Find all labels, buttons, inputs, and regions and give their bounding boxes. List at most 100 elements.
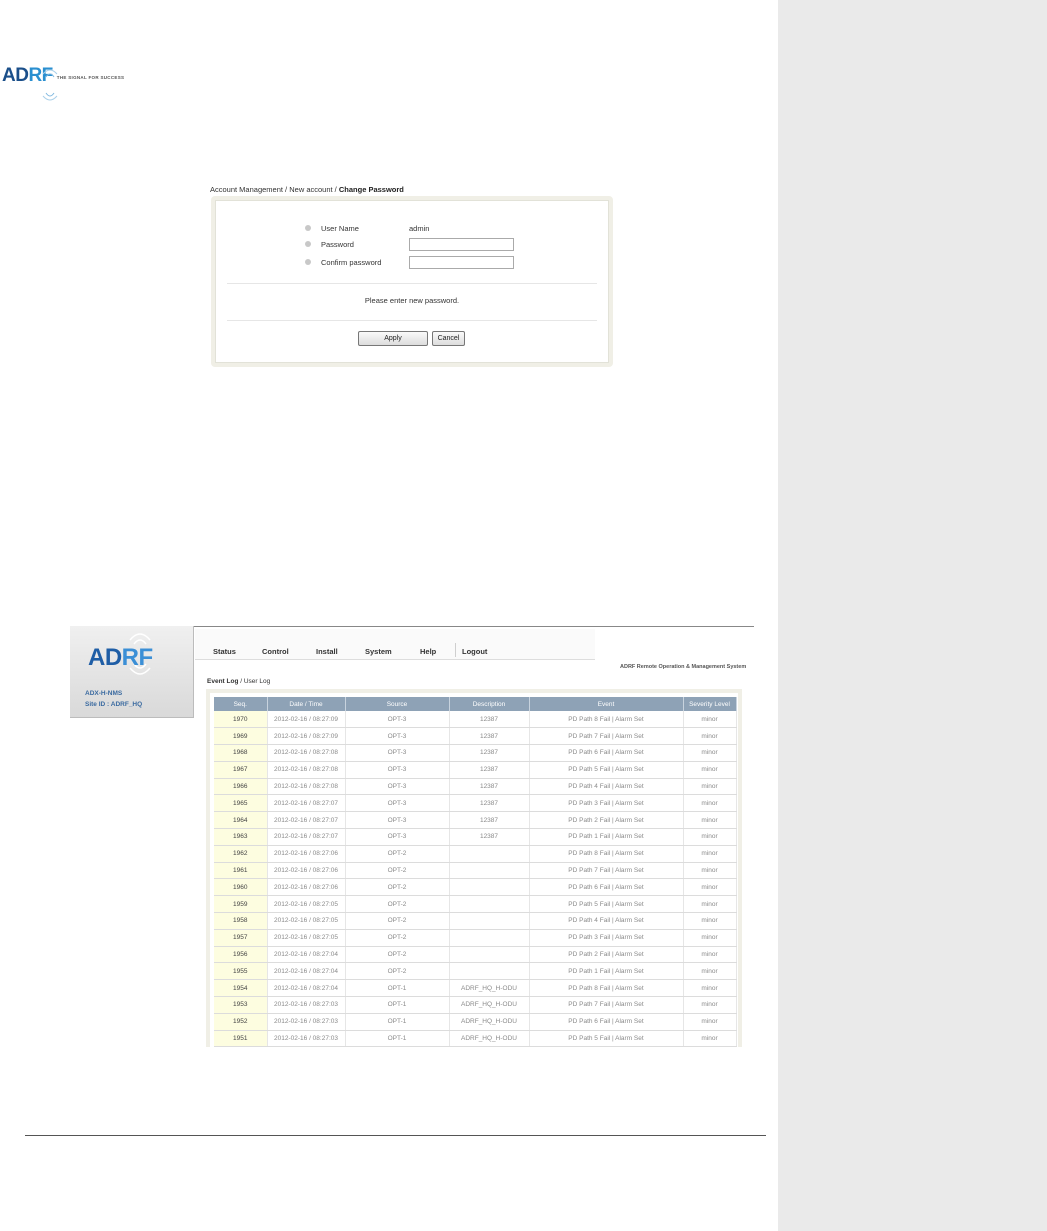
table-row[interactable]: 1964 2012-02-16 / 08:27:07 OPT-3 12387 PD Pa… [214,811,737,830]
severity-cell: minor [683,862,737,880]
table-row[interactable]: 1965 2012-02-16 / 08:27:07 OPT-3 12387 PD Pa… [214,794,737,813]
source-cell: OPT-3 [345,711,450,729]
nav-install[interactable]: Install [316,647,338,656]
date-time-cell: 2012-02-16 / 08:27:03 [267,996,346,1014]
event-cell: PD Path 2 Fail | Alarm Set [529,946,684,964]
nav-help[interactable]: Help [420,647,436,656]
description-cell: 12387 [449,727,530,746]
nav-system[interactable]: System [365,647,392,656]
seq-cell: 1954 [214,979,268,998]
apply-button[interactable]: Apply [358,331,428,346]
severity-cell: minor [683,761,737,779]
source-cell: OPT-2 [345,929,450,947]
nav-control[interactable]: Control [262,647,289,656]
nav-status[interactable]: Status [213,647,236,656]
event-cell: PD Path 8 Fail | Alarm Set [529,711,684,729]
table-row[interactable]: 1957 2012-02-16 / 08:27:05 OPT-2 PD Path 3 … [214,929,737,947]
tab-user-log[interactable]: User Log [244,678,270,685]
source-cell: OPT-2 [345,845,450,863]
description-cell: 12387 [449,744,530,762]
breadcrumb: Account Management / New account / Chang… [210,185,404,194]
table-row[interactable]: 1959 2012-02-16 / 08:27:05 OPT-2 PD Path 5 … [214,895,737,914]
seq-cell: 1959 [214,895,268,914]
severity-cell: minor [683,1030,737,1047]
bullet-icon [305,225,311,231]
description-cell: 12387 [449,794,530,813]
signal-waves-icon [42,69,58,101]
table-row[interactable]: 1961 2012-02-16 / 08:27:06 OPT-2 PD Path 7 … [214,862,737,880]
seq-cell: 1965 [214,794,268,813]
table-row[interactable]: 1966 2012-02-16 / 08:27:08 OPT-3 12387 PD Pa… [214,778,737,796]
event-cell: PD Path 5 Fail | Alarm Set [529,1030,684,1047]
date-time-cell: 2012-02-16 / 08:27:07 [267,794,346,813]
table-row[interactable]: 1952 2012-02-16 / 08:27:03 OPT-1 ADRF_HQ_H-… [214,1013,737,1031]
table-row[interactable]: 1963 2012-02-16 / 08:27:07 OPT-3 12387 PD Pa… [214,828,737,846]
password-input[interactable] [409,237,514,251]
column-header-severity[interactable]: Severity Level [683,697,737,711]
column-header-date-time[interactable]: Date / Time [267,697,346,711]
source-cell: OPT-3 [345,811,450,830]
table-row[interactable]: 1951 2012-02-16 / 08:27:03 OPT-1 ADRF_HQ_H-… [214,1030,737,1047]
event-cell: PD Path 7 Fail | Alarm Set [529,727,684,746]
event-cell: PD Path 6 Fail | Alarm Set [529,744,684,762]
table-row[interactable]: 1953 2012-02-16 / 08:27:03 OPT-1 ADRF_HQ_H-… [214,996,737,1014]
source-cell: OPT-3 [345,778,450,796]
table-row[interactable]: 1967 2012-02-16 / 08:27:08 OPT-3 12387 PD Pa… [214,761,737,779]
source-cell: OPT-2 [345,895,450,914]
device-model: ADX-H-NMS [85,690,123,697]
table-row[interactable]: 1955 2012-02-16 / 08:27:04 OPT-2 PD Path 1 … [214,962,737,981]
status-message: Please enter new password. [364,296,460,305]
table-row[interactable]: 1954 2012-02-16 / 08:27:04 OPT-1 ADRF_HQ_H-… [214,979,737,998]
comment-margin-band [778,0,1047,1231]
severity-cell: minor [683,794,737,813]
description-cell [449,845,530,863]
table-row[interactable]: 1958 2012-02-16 / 08:27:05 OPT-2 PD Path 4 … [214,912,737,930]
table-row[interactable]: 1968 2012-02-16 / 08:27:08 OPT-3 12387 PD Pa… [214,744,737,762]
sidebar-logo: ADRF [88,644,153,671]
divider [227,283,597,284]
tab-event-log[interactable]: Event Log [207,678,238,685]
table-row[interactable]: 1970 2012-02-16 / 08:27:09 OPT-3 12387 PD Pa… [214,711,737,729]
table-row[interactable]: 1962 2012-02-16 / 08:27:06 OPT-2 PD Path 8 … [214,845,737,863]
table-row[interactable]: 1969 2012-02-16 / 08:27:09 OPT-3 12387 PD Pa… [214,727,737,746]
confirm-password-input[interactable] [409,255,514,269]
column-header-description[interactable]: Description [449,697,530,711]
date-time-cell: 2012-02-16 / 08:27:06 [267,878,346,897]
seq-cell: 1967 [214,761,268,779]
cancel-button[interactable]: Cancel [432,331,465,346]
date-time-cell: 2012-02-16 / 08:27:09 [267,727,346,746]
password-row: Password [305,236,514,252]
user-name-row: User Name admin [305,220,429,236]
logo-wordmark: ADRF [2,65,58,101]
seq-cell: 1951 [214,1030,268,1047]
event-cell: PD Path 8 Fail | Alarm Set [529,845,684,863]
breadcrumb-change-password: Change Password [338,185,404,194]
description-cell [449,862,530,880]
seq-cell: 1952 [214,1013,268,1031]
header-logo: ADRF THE SIGNAL FOR SUCCESS [2,56,124,101]
bullet-icon [305,241,311,247]
source-cell: OPT-1 [345,996,450,1014]
event-cell: PD Path 3 Fail | Alarm Set [529,794,684,813]
user-name-label: User Name [321,223,359,233]
system-title: ADRF Remote Operation & Management Syste… [620,664,747,670]
date-time-cell: 2012-02-16 / 08:27:03 [267,1013,346,1031]
source-cell: OPT-2 [345,912,450,930]
breadcrumb-new-account[interactable]: New account [289,185,332,194]
description-cell: ADRF_HQ_H-ODU [449,996,530,1014]
description-cell: 12387 [449,711,530,729]
site-id: Site ID : ADRF_HQ [85,701,143,708]
date-time-cell: 2012-02-16 / 08:27:08 [267,761,346,779]
description-cell: ADRF_HQ_H-ODU [449,1013,530,1031]
column-header-event[interactable]: Event [529,697,684,711]
event-cell: PD Path 1 Fail | Alarm Set [529,962,684,981]
date-time-cell: 2012-02-16 / 08:27:07 [267,828,346,846]
column-header-source[interactable]: Source [345,697,450,711]
table-row[interactable]: 1960 2012-02-16 / 08:27:06 OPT-2 PD Path 6 … [214,878,737,897]
table-row[interactable]: 1956 2012-02-16 / 08:27:04 OPT-2 PD Path 2 … [214,946,737,964]
severity-cell: minor [683,929,737,947]
nav-logout[interactable]: Logout [462,647,487,656]
source-cell: OPT-3 [345,794,450,813]
column-header-seq[interactable]: Seq. [214,697,268,711]
breadcrumb-account-management[interactable]: Account Management [210,185,283,194]
